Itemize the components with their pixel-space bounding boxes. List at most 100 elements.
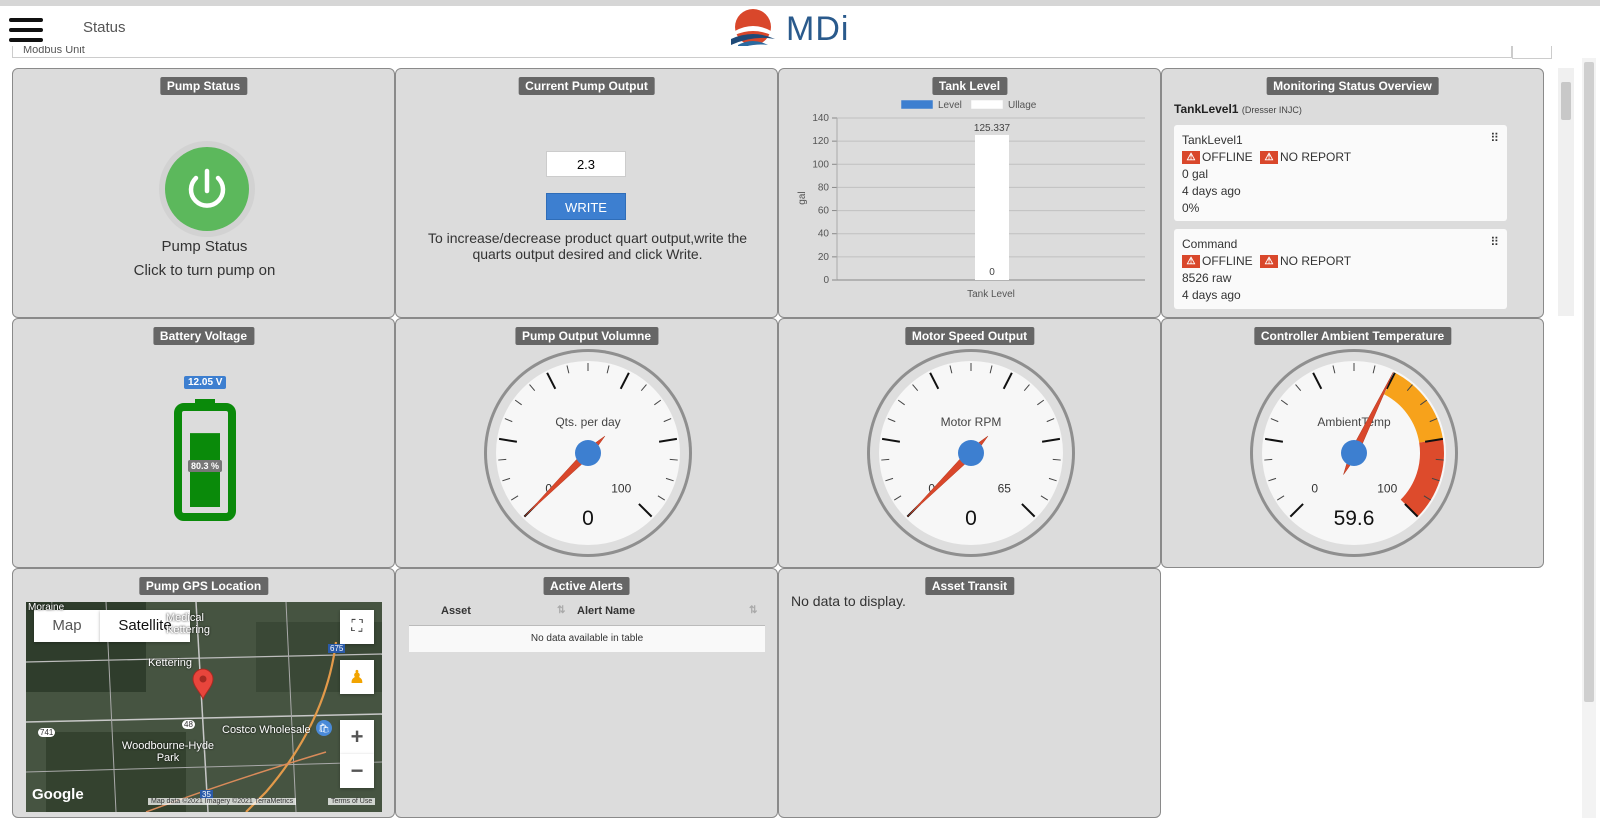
gauge-max-label: 65 [998, 481, 1012, 495]
gps-panel: Pump GPS Location Map Satellite ⛶ ♟ + − … [12, 568, 395, 818]
voltage-badge: 12.05 V [184, 376, 227, 389]
gauge-max-label: 100 [1377, 481, 1397, 495]
sort-icon[interactable]: ⇅ [749, 605, 757, 616]
tank-level-panel: Tank Level Level Ullage 0 20 40 60 80 100 120 140… [778, 68, 1161, 318]
map-place-label: Medical Kettering [166, 612, 211, 636]
device-sub: (Dresser INJC) [1241, 105, 1302, 115]
card-value: 0 gal [1182, 167, 1209, 181]
status-offline: OFFLINE [1202, 254, 1253, 268]
status-no-report: NO REPORT [1280, 150, 1352, 164]
y-tick-label: 60 [818, 206, 830, 217]
map-tab[interactable]: Map [34, 610, 100, 642]
pump-status-label: Pump Status [161, 238, 248, 255]
panel-title: Active Alerts [543, 577, 630, 595]
gauge-label: Motor RPM [941, 415, 1002, 429]
alerts-table: Asset ⇅ Alert Name ⇅ No data available i… [409, 599, 765, 652]
y-tick-label: 0 [823, 275, 829, 286]
device-name: TankLevel1 [1174, 102, 1239, 116]
legend-label: Ullage [1008, 100, 1037, 111]
road-label: 675 [328, 644, 346, 653]
gauge-value: 59.6 [1334, 507, 1375, 530]
page-scroll-thumb[interactable] [1584, 62, 1594, 702]
current-output-panel: Current Pump Output WRITE To increase/de… [395, 68, 778, 318]
y-tick-label: 120 [812, 136, 829, 147]
unit-select[interactable]: Modbus Unit [12, 46, 1512, 58]
gauge-hub [958, 440, 984, 466]
gauge-hub [575, 440, 601, 466]
warning-icon: ⚠ [1260, 151, 1279, 165]
card-menu-icon[interactable]: ⠿ [1490, 131, 1499, 145]
y-tick-label: 40 [818, 229, 830, 240]
battery-icon [174, 399, 236, 521]
google-logo: Google [32, 786, 84, 803]
gauge-minor-tick [1435, 458, 1444, 461]
empty-table-row: No data available in table [409, 626, 765, 652]
map-terms-link[interactable]: Terms of Use [328, 798, 376, 805]
output-input[interactable] [546, 151, 626, 177]
gauge-minor-tick [1264, 458, 1273, 461]
zoom-in-button[interactable]: + [340, 720, 374, 754]
panel-title: Battery Voltage [152, 327, 255, 345]
menu-icon[interactable] [9, 18, 43, 42]
map-place-label: Costco Wholesale [222, 724, 311, 736]
map-place-label: Moraine [28, 602, 65, 613]
table-header: Asset ⇅ Alert Name ⇅ [409, 599, 765, 626]
monitor-card[interactable]: Command ⠿ ⚠ OFFLINE ⚠ NO REPORT 8526 raw 4… [1174, 229, 1507, 309]
pump-volume-panel: Pump Output Volumne Qts. per day 0 100 0 [395, 318, 778, 568]
output-help-text: To increase/decrease product quart outpu… [427, 230, 748, 262]
tank-level-chart: Level Ullage 0 20 40 60 80 100 120 140 gal Tank Lev… [797, 99, 1145, 300]
motor-speed-panel: Motor Speed Output Motor RPM 0 65 0 [778, 318, 1161, 568]
gauge-value: 0 [965, 507, 977, 530]
road-label: 48 [182, 720, 195, 729]
pump-status-panel: Pump Status Pump Status Click to turn pu… [12, 68, 395, 318]
card-time: 4 days ago [1182, 184, 1241, 198]
card-menu-icon[interactable]: ⠿ [1490, 235, 1499, 249]
data-label: 125.337 [974, 123, 1011, 134]
page-scrollbar[interactable] [1582, 58, 1596, 818]
y-tick-label: 100 [812, 159, 829, 170]
card-title: Command [1182, 237, 1238, 251]
transit-empty-text: No data to display. [791, 593, 906, 609]
panel-title: Asset Transit [924, 577, 1015, 595]
gauge-label: Qts. per day [555, 415, 620, 429]
bar-ullage [975, 134, 1009, 280]
gauge-minor-tick [498, 458, 507, 461]
pegman-icon[interactable]: ♟ [340, 660, 374, 694]
column-header-alert-name[interactable]: Alert Name [577, 605, 635, 617]
fullscreen-icon[interactable]: ⛶ [340, 610, 374, 644]
monitor-card[interactable]: TankLevel1 ⠿ ⚠ OFFLINE ⚠ NO REPORT 0 gal 4… [1174, 125, 1507, 221]
alerts-panel: Active Alerts Asset ⇅ Alert Name ⇅ No da… [395, 568, 778, 818]
ambient-temp-panel: Controller Ambient Temperature AmbientTe… [1161, 318, 1544, 568]
write-button[interactable]: WRITE [546, 193, 626, 220]
gauge-value: 0 [582, 507, 594, 530]
column-header-asset[interactable]: Asset [441, 605, 471, 617]
gps-map[interactable]: Map Satellite ⛶ ♟ + − Medical Kettering … [26, 602, 382, 812]
store-marker-icon[interactable]: 🛍 [316, 720, 332, 736]
pump-volume-gauge: Qts. per day0 1000 [484, 349, 692, 557]
warning-icon: ⚠ [1182, 255, 1200, 269]
road-label: 741 [38, 728, 56, 737]
gauge-minor-tick [669, 458, 678, 461]
power-button-icon[interactable] [157, 139, 257, 239]
panel-title: Pump Status [159, 77, 248, 95]
zoom-out-button[interactable]: − [340, 754, 374, 788]
warning-icon: ⚠ [1182, 151, 1200, 165]
panel-title: Controller Ambient Temperature [1253, 327, 1452, 345]
map-attribution: Map data ©2021 Imagery ©2021 TerraMetric… [148, 798, 297, 805]
x-axis-label: Tank Level [967, 289, 1015, 300]
pump-status-hint: Click to turn pump on [133, 262, 276, 279]
data-label: 0 [989, 267, 995, 278]
panel-title: Pump Output Volumne [514, 327, 659, 345]
gauge-minor-tick [881, 458, 890, 461]
card-value: 8526 raw [1182, 271, 1232, 285]
map-pin-icon[interactable] [192, 668, 214, 700]
card-title: TankLevel1 [1182, 133, 1243, 147]
status-no-report: NO REPORT [1280, 254, 1352, 268]
asset-transit-panel: Asset Transit No data to display. [778, 568, 1161, 818]
legend-item: Level [900, 99, 962, 111]
logo-text: MDi [786, 10, 850, 48]
monitoring-scroll-thumb[interactable] [1561, 82, 1571, 120]
sort-icon[interactable]: ⇅ [557, 605, 565, 616]
status-offline: OFFLINE [1202, 150, 1253, 164]
unit-select-toggle[interactable] [1512, 46, 1552, 59]
